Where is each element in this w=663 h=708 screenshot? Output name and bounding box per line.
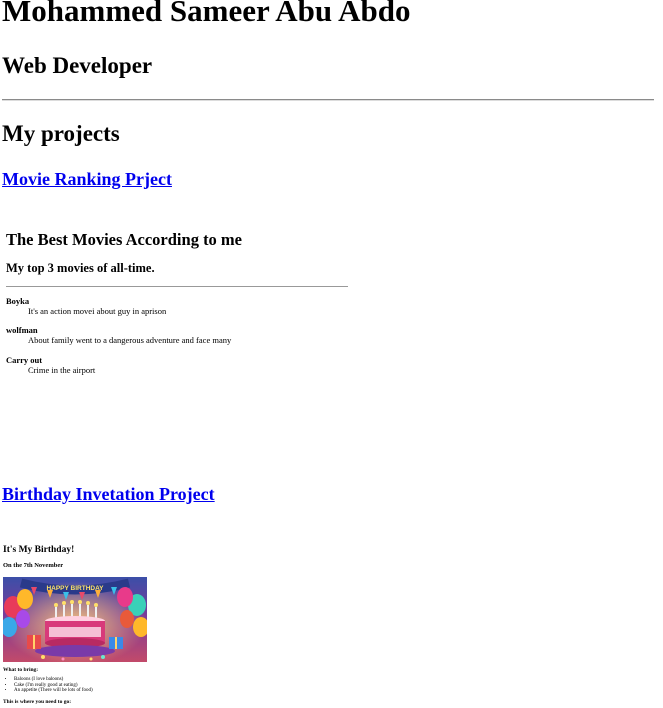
list-item: An appetite (There will be lots of food): [14, 688, 93, 694]
birthday-date: On the 7th November: [3, 562, 64, 569]
movie-description: About family went to a dangerous adventu…: [28, 335, 232, 345]
birthday-invitation-project-link[interactable]: Birthday Invetation Project: [2, 484, 215, 505]
birthday-invitation-embed: It's My Birthday! On the 7th November HA…: [2, 540, 302, 708]
movie-divider: [6, 286, 348, 287]
portfolio-page: Mohammed Sameer Abu Abdo Web Developer M…: [0, 0, 663, 708]
movie-description: Crime in the airport: [28, 365, 96, 375]
bring-list: Baloons (I love baloons) Cake (I'm reall…: [3, 677, 93, 694]
author-name: Mohammed Sameer Abu Abdo: [2, 0, 411, 28]
movie-name: wolfman: [6, 325, 38, 335]
movie-page-title: The Best Movies According to me: [6, 230, 243, 249]
movie-ranking-embed: The Best Movies According to me My top 3…: [2, 222, 352, 452]
movie-item: Boyka It's an action movei about guy in …: [6, 296, 166, 317]
movie-name: Boyka: [6, 296, 30, 306]
movie-item: Carry out Crime in the airport: [6, 355, 95, 376]
what-to-bring-heading: What to bring:: [3, 667, 39, 673]
movie-ranking-project-link[interactable]: Movie Ranking Prject: [2, 169, 172, 190]
movie-item: wolfman About family went to a dangerous…: [6, 325, 231, 346]
birthday-title: It's My Birthday!: [3, 545, 75, 555]
movie-page-subtitle: My top 3 movies of all-time.: [6, 261, 155, 275]
header-divider: [2, 99, 654, 101]
birthday-cake-image: HAPPY BIRTHDAY: [3, 577, 147, 662]
directions-heading: This is where you need to go:: [3, 699, 72, 705]
author-role: Web Developer: [2, 53, 153, 78]
movie-description: It's an action movei about guy in apriso…: [28, 306, 167, 316]
movie-name: Carry out: [6, 355, 43, 365]
projects-heading: My projects: [2, 121, 120, 146]
